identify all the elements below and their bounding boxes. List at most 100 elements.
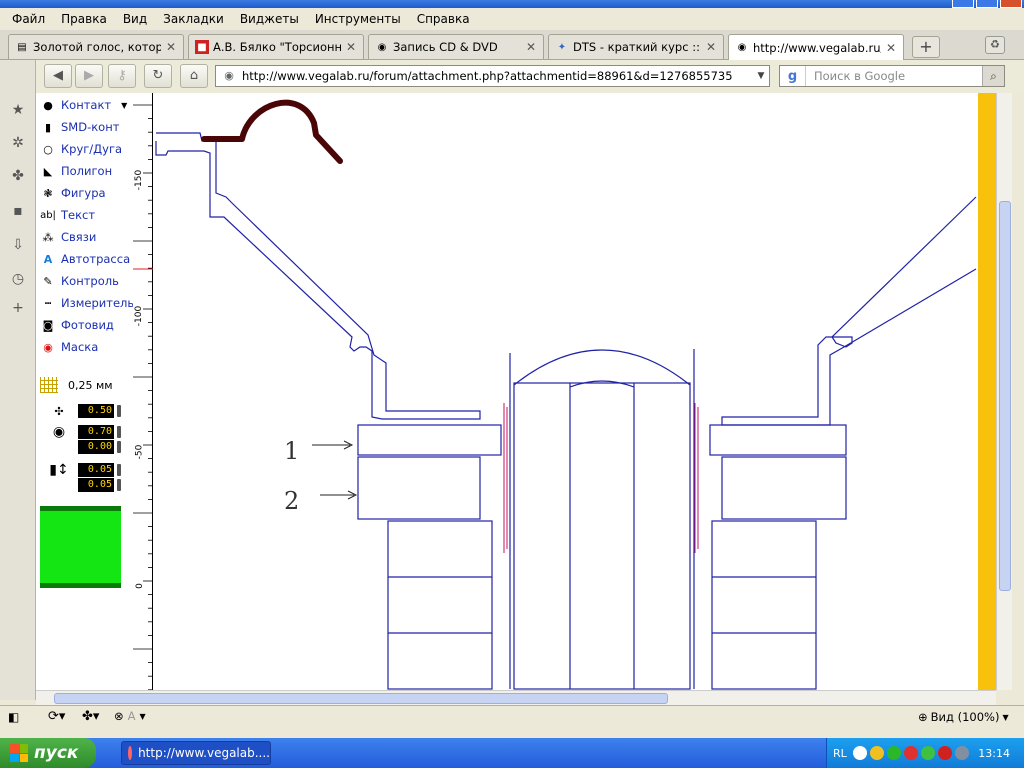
unite-icon[interactable]: ✤▾ — [82, 709, 99, 724]
grid-setting[interactable]: 0,25 мм — [40, 377, 113, 393]
tool-polygon[interactable]: ◣ Полигон — [40, 161, 112, 181]
search-box[interactable]: g Поиск в Google ⌕ — [779, 65, 1005, 87]
pad-outer-value[interactable]: 0.70 — [78, 425, 114, 439]
tool-contact[interactable]: ● Контакт ▼ — [40, 95, 127, 115]
shield-icon[interactable] — [869, 746, 884, 760]
add-panel-icon[interactable]: + — [8, 298, 28, 318]
back-arrow-icon[interactable] — [852, 746, 867, 760]
tab-bar: ▤ Золотой голос, которы... ✕ ■ А.В. Бялк… — [0, 30, 1024, 60]
smd-width-param[interactable]: ▮↕ 0.05 — [40, 462, 121, 478]
smd-width-value[interactable]: 0.05 — [78, 463, 114, 477]
tool-mask[interactable]: ◉ Маска — [40, 337, 98, 357]
vertical-scrollbar-thumb[interactable] — [999, 201, 1011, 591]
taskbar-item-opera[interactable]: http://www.vegalab.... — [121, 741, 271, 765]
tool-control[interactable]: ✎ Контроль — [40, 271, 119, 291]
close-tab-icon[interactable]: ✕ — [165, 40, 177, 54]
tab-4[interactable]: ✦ DTS - краткий курс :: N... ✕ — [548, 34, 724, 59]
close-tab-icon[interactable]: ✕ — [345, 40, 357, 54]
google-icon[interactable]: g — [780, 66, 806, 86]
vertical-scrollbar[interactable] — [996, 93, 1012, 690]
menu-bookmarks[interactable]: Закладки — [155, 12, 232, 26]
panel-toggle-icon[interactable]: ◧ — [8, 710, 19, 724]
antivirus-icon[interactable] — [937, 746, 952, 760]
key-icon[interactable]: ⚷ — [108, 64, 136, 88]
maximize-button[interactable] — [976, 0, 998, 8]
close-tab-icon[interactable]: ✕ — [885, 41, 897, 55]
taskbar: пуск http://www.vegalab.... RL 13:14 — [0, 738, 1024, 768]
menu-view[interactable]: Вид — [115, 12, 155, 26]
tool-smd[interactable]: ▮ SMD-конт — [40, 117, 119, 137]
horizontal-scrollbar-thumb[interactable] — [54, 693, 668, 704]
forward-button[interactable]: ▶ — [75, 64, 103, 88]
new-tab-button[interactable]: + — [912, 36, 940, 58]
shape-icon: ❃ — [43, 186, 53, 200]
sync-icon[interactable]: ⟳▾ — [48, 709, 65, 724]
menu-file[interactable]: Файл — [4, 12, 53, 26]
search-icon[interactable]: ⌕ — [982, 66, 1004, 86]
close-tab-icon[interactable]: ✕ — [525, 40, 537, 54]
pad-inner-spinner[interactable] — [117, 441, 121, 453]
check-icon[interactable] — [920, 746, 935, 760]
unite-panel-icon[interactable]: ✤ — [8, 166, 28, 186]
taskbar-item-label: http://www.vegalab.... — [138, 746, 270, 760]
menu-tools[interactable]: Инструменты — [307, 12, 409, 26]
menu-edit[interactable]: Правка — [53, 12, 115, 26]
ruler-label: -150 — [134, 169, 145, 191]
tool-circle[interactable]: ○ Круг/Дуга — [40, 139, 122, 159]
tool-label: Круг/Дуга — [61, 142, 123, 156]
widgets-panel-icon[interactable]: ✲ — [8, 133, 28, 153]
close-tab-icon[interactable]: ✕ — [705, 40, 717, 54]
tab-3[interactable]: ◉ Запись CD & DVD ✕ — [368, 34, 544, 59]
start-button[interactable]: пуск — [0, 738, 96, 768]
zoom-control[interactable]: ⊕ Вид (100%) ▼ — [918, 710, 1009, 724]
tool-shape[interactable]: ❃ Фигура — [40, 183, 105, 203]
search-input[interactable]: Поиск в Google — [806, 69, 982, 83]
minimize-button[interactable] — [952, 0, 974, 8]
smd-height-param[interactable]: 0.05 — [40, 478, 121, 492]
menu-help[interactable]: Справка — [409, 12, 478, 26]
menu-widgets[interactable]: Виджеты — [232, 12, 307, 26]
language-indicator[interactable]: RL — [833, 747, 847, 760]
notes-panel-icon[interactable]: ▪ — [8, 201, 28, 221]
history-panel-icon[interactable]: ◷ — [8, 269, 28, 289]
bookmarks-panel-icon[interactable]: ★ — [8, 100, 28, 120]
close-window-button[interactable] — [1000, 0, 1022, 8]
camera-icon: ◙ — [42, 318, 54, 332]
tab-1[interactable]: ▤ Золотой голос, которы... ✕ — [8, 34, 184, 59]
chevron-down-icon[interactable]: ▼ — [753, 71, 769, 81]
smd-height-spinner[interactable] — [117, 479, 121, 491]
smd-icon: ▮ — [44, 120, 52, 134]
track-width-value[interactable]: 0.50 — [78, 404, 114, 418]
smd-height-value[interactable]: 0.05 — [78, 478, 114, 492]
downloads-panel-icon[interactable]: ⇩ — [8, 235, 28, 255]
trash-icon[interactable]: ♻ — [985, 36, 1005, 54]
volume-icon[interactable] — [954, 746, 969, 760]
pcb-drawing-canvas[interactable]: 1 2 — [154, 93, 978, 690]
pad-outer-spinner[interactable] — [117, 426, 121, 438]
home-button[interactable]: ⌂ — [180, 64, 208, 88]
tool-links[interactable]: ⁂ Связи — [40, 227, 97, 247]
address-bar[interactable]: ◉ http://www.vegalab.ru/forum/attachment… — [215, 65, 770, 87]
turbo-icon[interactable]: ⊗ A ▼ — [114, 709, 146, 723]
tool-autoroute[interactable]: A Автотрасса — [40, 249, 130, 269]
chevron-down-icon[interactable]: ▼ — [1002, 713, 1008, 722]
tab-5-active[interactable]: ◉ http://www.vegalab.ru/... ✕ — [728, 34, 904, 60]
at-icon[interactable] — [886, 746, 901, 760]
tool-camera[interactable]: ◙ Фотовид — [40, 315, 114, 335]
back-button[interactable]: ◀ — [44, 64, 72, 88]
tool-text[interactable]: ab| Текст — [40, 205, 95, 225]
chevron-down-icon[interactable]: ▼ — [121, 101, 127, 110]
pad-outer-param[interactable]: ◉ 0.70 — [40, 424, 121, 440]
horizontal-scrollbar[interactable] — [36, 690, 996, 705]
smd-width-spinner[interactable] — [117, 464, 121, 476]
opera-tray-icon[interactable] — [903, 746, 918, 760]
stack-left — [387, 520, 493, 690]
pad-inner-param[interactable]: 0.00 — [40, 440, 121, 454]
pad-inner-value[interactable]: 0.00 — [78, 440, 114, 454]
track-width-param[interactable]: ✣ 0.50 — [40, 404, 121, 418]
tab-2[interactable]: ■ А.В. Бялко "Торсионны... ✕ — [188, 34, 364, 59]
layer-color-swatch[interactable] — [40, 506, 121, 588]
track-width-spinner[interactable] — [117, 405, 121, 417]
tool-measure[interactable]: ┅ Измеритель — [40, 293, 134, 313]
reload-button[interactable]: ↻ — [144, 64, 172, 88]
